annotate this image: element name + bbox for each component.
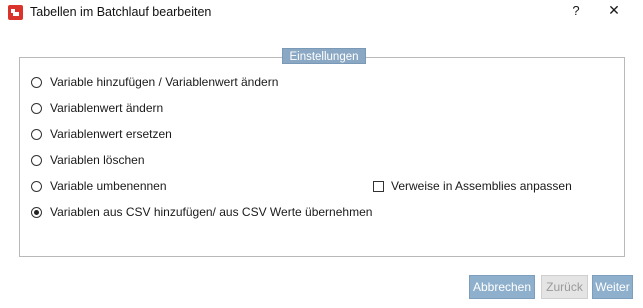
checkbox-label: Verweise in Assemblies anpassen bbox=[391, 179, 572, 193]
radio-button[interactable] bbox=[31, 206, 42, 218]
radio-label: Variable umbenennen bbox=[50, 179, 167, 193]
radio-label: Variablenwert ersetzen bbox=[50, 127, 172, 141]
back-button[interactable]: Zurück bbox=[541, 275, 588, 299]
checkbox-adjust-references[interactable]: Verweise in Assemblies anpassen bbox=[373, 178, 572, 194]
title-bar: Tabellen im Batchlauf bearbeiten ? ✕ bbox=[0, 0, 643, 24]
radio-add-or-change-variable[interactable]: Variable hinzufügen / Variablenwert ände… bbox=[31, 74, 278, 90]
checkbox[interactable] bbox=[373, 180, 384, 192]
radio-rename-variable[interactable]: Variable umbenennen bbox=[31, 178, 167, 194]
close-button[interactable]: ✕ bbox=[606, 2, 622, 20]
radio-button[interactable] bbox=[31, 180, 42, 192]
next-button[interactable]: Weiter bbox=[592, 275, 633, 299]
radio-change-value[interactable]: Variablenwert ändern bbox=[31, 100, 163, 116]
radio-button[interactable] bbox=[31, 76, 42, 88]
help-button[interactable]: ? bbox=[568, 3, 584, 21]
radio-delete-variables[interactable]: Variablen löschen bbox=[31, 152, 145, 168]
radio-button[interactable] bbox=[31, 102, 42, 114]
radio-label: Variablen aus CSV hinzufügen/ aus CSV We… bbox=[50, 205, 373, 219]
settings-group-title: Einstellungen bbox=[282, 48, 366, 64]
radio-button[interactable] bbox=[31, 128, 42, 140]
window-title: Tabellen im Batchlauf bearbeiten bbox=[30, 5, 212, 19]
radio-label: Variable hinzufügen / Variablenwert ände… bbox=[50, 75, 279, 89]
radio-replace-value[interactable]: Variablenwert ersetzen bbox=[31, 126, 172, 142]
radio-label: Variablenwert ändern bbox=[50, 101, 164, 115]
cancel-button[interactable]: Abbrechen bbox=[469, 275, 535, 299]
radio-csv-import[interactable]: Variablen aus CSV hinzufügen/ aus CSV We… bbox=[31, 204, 372, 220]
app-logo-icon bbox=[8, 5, 23, 20]
radio-button[interactable] bbox=[31, 154, 42, 166]
radio-label: Variablen löschen bbox=[50, 153, 145, 167]
